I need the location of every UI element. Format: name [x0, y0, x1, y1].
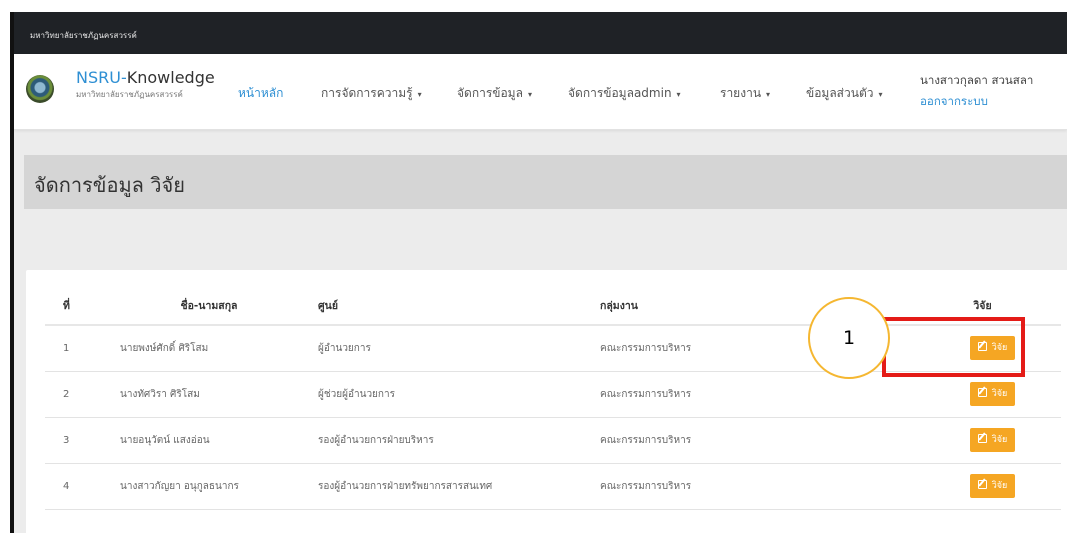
cell-action: วิจัย — [904, 463, 1061, 510]
chevron-down-icon: ▾ — [676, 90, 681, 99]
research-button[interactable]: วิจัย — [969, 474, 1016, 498]
nav-home-label: หน้าหลัก — [238, 86, 284, 100]
nav-knowledge-management[interactable]: การจัดการความรู้ ▾ — [321, 84, 422, 103]
cell-center: รองผู้อำนวยการฝ่ายทรัพยากรสารสนเทศ — [318, 463, 600, 510]
cell-group: คณะกรรมการบริหาร — [600, 417, 904, 464]
col-header-no: ที่ — [45, 287, 120, 326]
nav-data-management-label: จัดการข้อมูล — [457, 86, 523, 100]
cell-action: วิจัย — [904, 371, 1061, 418]
col-header-name: ชื่อ-นามสกุล — [120, 287, 318, 326]
cell-no: 4 — [45, 463, 120, 510]
user-menu: นางสาวกุลดา สวนสลา ออกจากระบบ — [920, 72, 1033, 111]
nav-profile[interactable]: ข้อมูลส่วนตัว ▾ — [806, 84, 883, 103]
research-button-label: วิจัย — [991, 435, 1008, 445]
university-name: มหาวิทยาลัยราชภัฏนครสวรรค์ — [30, 31, 137, 40]
table-row: 4 นางสาวกัญยา อนุกูลธนากร รองผู้อำนวยการ… — [45, 463, 1061, 510]
chevron-down-icon: ▾ — [417, 90, 422, 99]
nav-report-label: รายงาน — [720, 86, 762, 100]
edit-icon — [977, 480, 987, 489]
highlight-box — [882, 317, 1025, 377]
cell-action: วิจัย — [904, 417, 1061, 464]
research-button[interactable]: วิจัย — [969, 382, 1016, 406]
brand-name-rest: Knowledge — [126, 68, 215, 87]
nav-knowledge-management-label: การจัดการความรู้ — [321, 86, 413, 100]
table-row: 2 นางทัศวิรา ศิริโสม ผู้ช่วยผู้อำนวยการ … — [45, 371, 1061, 418]
page-title: จัดการข้อมูล วิจัย — [34, 173, 185, 197]
chevron-down-icon: ▾ — [527, 90, 532, 99]
research-button[interactable]: วิจัย — [969, 428, 1016, 452]
screenshot-frame: มหาวิทยาลัยราชภัฏนครสวรรค์ NSRU-Knowledg… — [0, 0, 1067, 533]
table-panel: ที่ ชื่อ-นามสกุล ศูนย์ กลุ่มงาน วิจัย 1 … — [26, 270, 1067, 533]
brand[interactable]: NSRU-Knowledge มหาวิทยาลัยราชภัฏนครสวรรค… — [76, 68, 215, 101]
cell-name: นายพงษ์ศักดิ์ ศิริโสม — [120, 325, 318, 372]
step-marker: 1 — [808, 297, 890, 379]
navbar: NSRU-Knowledge มหาวิทยาลัยราชภัฏนครสวรรค… — [14, 54, 1067, 130]
nav-report[interactable]: รายงาน ▾ — [720, 84, 770, 103]
chevron-down-icon: ▾ — [878, 90, 883, 99]
brand-subtitle: มหาวิทยาลัยราชภัฏนครสวรรค์ — [76, 90, 183, 99]
chevron-down-icon: ▾ — [766, 90, 771, 99]
nav-home[interactable]: หน้าหลัก — [238, 84, 283, 103]
brand-name: NSRU-Knowledge — [76, 68, 215, 87]
browser-viewport: มหาวิทยาลัยราชภัฏนครสวรรค์ NSRU-Knowledg… — [10, 12, 1067, 533]
nav-data-management-admin[interactable]: จัดการข้อมูลadmin ▾ — [568, 84, 681, 103]
research-button-label: วิจัย — [991, 389, 1008, 399]
cell-center: ผู้อำนวยการ — [318, 325, 600, 372]
cell-center: ผู้ช่วยผู้อำนวยการ — [318, 371, 600, 418]
cell-group: คณะกรรมการบริหาร — [600, 463, 904, 510]
cell-no: 3 — [45, 417, 120, 464]
user-name: นางสาวกุลดา สวนสลา — [920, 73, 1034, 87]
university-logo-icon[interactable] — [26, 75, 54, 103]
edit-icon — [977, 434, 987, 443]
cell-name: นายอนุวัตน์ แสงอ่อน — [120, 417, 318, 464]
cell-name: นางสาวกัญยา อนุกูลธนากร — [120, 463, 318, 510]
brand-name-prefix: NSRU- — [76, 68, 127, 87]
nav-data-management-admin-label: จัดการข้อมูลadmin — [568, 86, 672, 100]
edit-icon — [977, 388, 987, 397]
cell-no: 2 — [45, 371, 120, 418]
table-row: 3 นายอนุวัตน์ แสงอ่อน รองผู้อำนวยการฝ่าย… — [45, 417, 1061, 464]
logout-link[interactable]: ออกจากระบบ — [920, 93, 1033, 111]
col-header-center: ศูนย์ — [318, 287, 600, 326]
cell-center: รองผู้อำนวยการฝ่ายบริหาร — [318, 417, 600, 464]
cell-no: 1 — [45, 325, 120, 372]
nav-data-management[interactable]: จัดการข้อมูล ▾ — [457, 84, 532, 103]
cell-name: นางทัศวิรา ศิริโสม — [120, 371, 318, 418]
top-strip: มหาวิทยาลัยราชภัฏนครสวรรค์ — [14, 12, 1067, 54]
page-header: จัดการข้อมูล วิจัย — [24, 155, 1067, 209]
research-button-label: วิจัย — [991, 481, 1008, 491]
nav-profile-label: ข้อมูลส่วนตัว — [806, 86, 874, 100]
